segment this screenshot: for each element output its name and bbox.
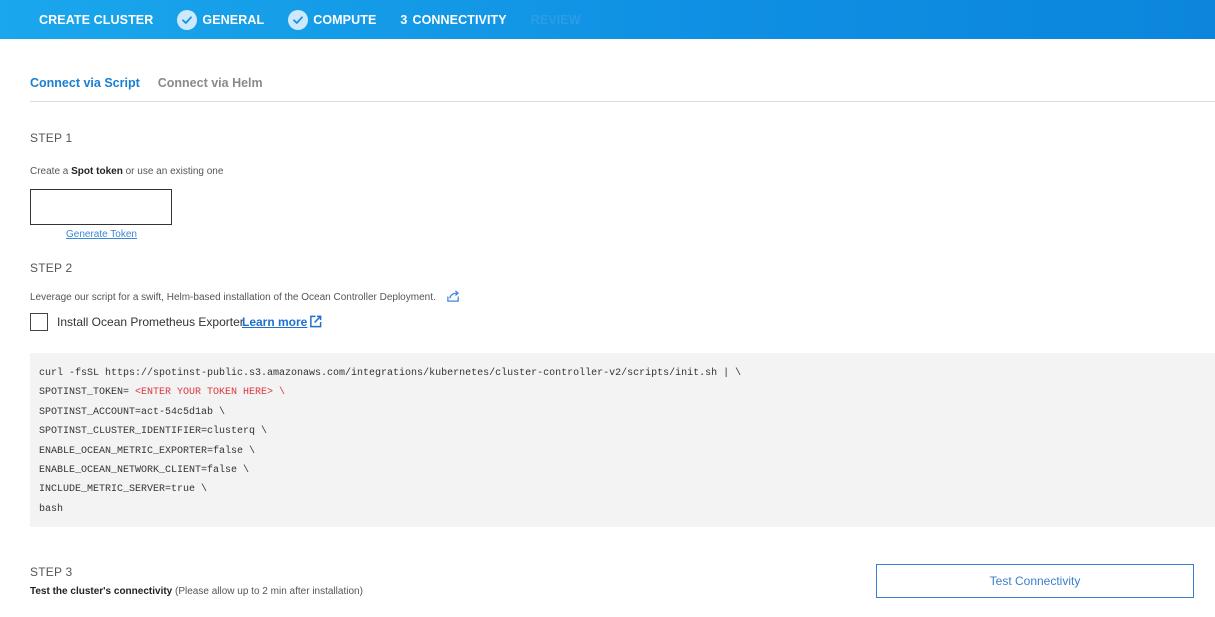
spot-token-label: Spot token [71, 166, 123, 177]
step1-title: STEP 1 [30, 131, 73, 145]
step3-desc-suffix: (Please allow up to 2 min after installa… [172, 586, 363, 597]
code-token-key: SPOTINST_TOKEN= [39, 387, 136, 399]
code-line: ENABLE_OCEAN_METRIC_EXPORTER=false \ [39, 445, 256, 457]
code-line: bash [39, 503, 64, 515]
wizard-step-compute[interactable]: COMPUTE [288, 9, 377, 30]
test-connectivity-button[interactable]: Test Connectivity [876, 564, 1194, 598]
step2-title: STEP 2 [30, 261, 73, 275]
step3-title: STEP 3 [30, 565, 73, 579]
code-line: INCLUDE_METRIC_SERVER=true \ [39, 484, 208, 496]
code-line: ENABLE_OCEAN_NETWORK_CLIENT=false \ [39, 464, 250, 476]
code-line: SPOTINST_TOKEN= <ENTER YOUR TOKEN HERE> … [39, 383, 1206, 402]
wizard-step-review: REVIEW [531, 13, 581, 27]
learn-more-link[interactable]: Learn more [242, 315, 307, 329]
wizard-step-create-cluster[interactable]: CREATE CLUSTER [39, 13, 153, 27]
install-script-code-block[interactable]: curl -fsSL https://spotinst-public.s3.am… [30, 353, 1215, 527]
prometheus-exporter-label: Install Ocean Prometheus Exporter [57, 315, 244, 329]
step1-desc-suffix: or use an existing one [122, 166, 224, 177]
check-circle-icon [177, 9, 198, 30]
wizard-step-label: GENERAL [202, 12, 265, 27]
connect-method-tabs: Connect via Script Connect via Helm [30, 76, 281, 90]
share-icon[interactable] [446, 288, 461, 303]
tab-connect-via-script[interactable]: Connect via Script [30, 76, 140, 90]
wizard-header: CREATE CLUSTER GENERAL COMPUTE 3 CONNECT… [0, 0, 1215, 39]
step1-desc-prefix: Create a [30, 166, 72, 177]
wizard-step-general[interactable]: GENERAL [177, 9, 265, 30]
wizard-step-label: CONNECTIVITY [412, 12, 507, 27]
step3-desc-bold: Test the cluster's connectivity [30, 586, 173, 597]
code-token-placeholder: <ENTER YOUR TOKEN HERE> \ [135, 387, 286, 399]
wizard-step-label: REVIEW [530, 12, 581, 27]
tab-connect-via-helm[interactable]: Connect via Helm [158, 76, 263, 90]
wizard-step-connectivity[interactable]: 3 CONNECTIVITY [400, 13, 506, 27]
spot-token-input[interactable] [30, 189, 172, 225]
prometheus-exporter-checkbox[interactable] [30, 313, 48, 331]
check-circle-icon [288, 9, 309, 30]
wizard-step-label: CREATE CLUSTER [39, 12, 154, 27]
code-line: SPOTINST_ACCOUNT=act-54c5d1ab \ [39, 406, 226, 418]
code-line: SPOTINST_CLUSTER_IDENTIFIER=clusterq \ [39, 426, 268, 438]
step2-description: Leverage our script for a swift, Helm-ba… [30, 292, 436, 303]
tabs-divider [30, 101, 1215, 102]
step3-description: Test the cluster's connectivity (Please … [30, 586, 363, 597]
step1-description: Create a Spot token or use an existing o… [30, 166, 223, 177]
code-line: curl -fsSL https://spotinst-public.s3.am… [39, 368, 742, 379]
generate-token-link[interactable]: Generate Token [66, 229, 137, 240]
wizard-step-label: COMPUTE [313, 12, 377, 27]
external-link-icon[interactable] [309, 315, 322, 328]
wizard-step-number: 3 [400, 12, 408, 27]
